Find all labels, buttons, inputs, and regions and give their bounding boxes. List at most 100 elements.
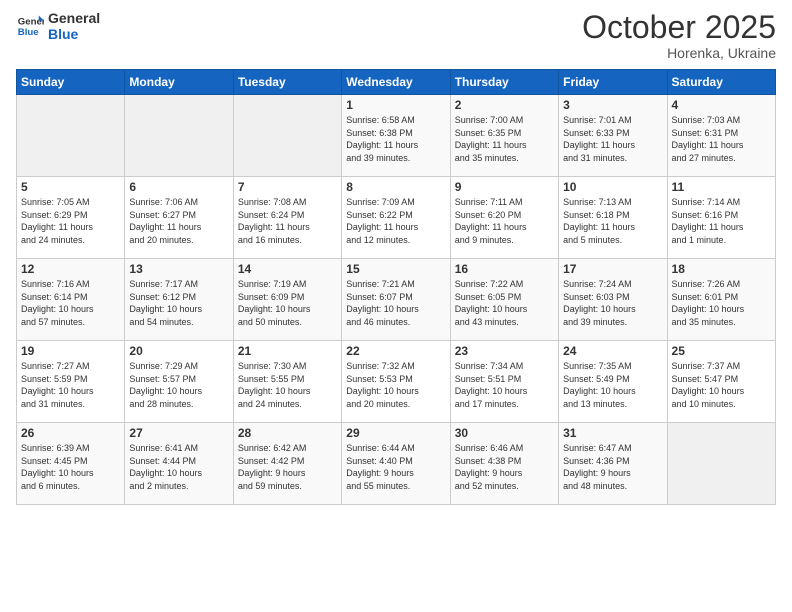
- weekday-wednesday: Wednesday: [342, 70, 450, 95]
- cell-text: Sunrise: 7:29 AM Sunset: 5:57 PM Dayligh…: [129, 360, 228, 410]
- cell-text: Sunrise: 7:37 AM Sunset: 5:47 PM Dayligh…: [672, 360, 771, 410]
- table-row: [125, 95, 233, 177]
- cell-text: Sunrise: 6:42 AM Sunset: 4:42 PM Dayligh…: [238, 442, 337, 492]
- cell-text: Sunrise: 7:19 AM Sunset: 6:09 PM Dayligh…: [238, 278, 337, 328]
- logo: General Blue General Blue: [16, 10, 100, 42]
- day-number: 6: [129, 180, 228, 194]
- table-row: 14 Sunrise: 7:19 AM Sunset: 6:09 PM Dayli…: [233, 259, 341, 341]
- cell-text: Sunrise: 6:47 AM Sunset: 4:36 PM Dayligh…: [563, 442, 662, 492]
- cell-text: Sunrise: 7:11 AM Sunset: 6:20 PM Dayligh…: [455, 196, 554, 246]
- day-number: 26: [21, 426, 120, 440]
- calendar-week-1: 1 Sunrise: 6:58 AM Sunset: 6:38 PM Daylig…: [17, 95, 776, 177]
- day-number: 15: [346, 262, 445, 276]
- table-row: 5 Sunrise: 7:05 AM Sunset: 6:29 PM Daylig…: [17, 177, 125, 259]
- table-row: 25 Sunrise: 7:37 AM Sunset: 5:47 PM Dayli…: [667, 341, 775, 423]
- table-row: 12Sunrise: 7:16 AM Sunset: 6:14 PM Dayli…: [17, 259, 125, 341]
- table-row: 30Sunrise: 6:46 AM Sunset: 4:38 PM Dayli…: [450, 423, 558, 505]
- table-row: 26 Sunrise: 6:39 AM Sunset: 4:45 PM Dayli…: [17, 423, 125, 505]
- cell-text: Sunrise: 7:34 AM Sunset: 5:51 PM Dayligh…: [455, 360, 554, 410]
- calendar-week-4: 19Sunrise: 7:27 AM Sunset: 5:59 PM Dayli…: [17, 341, 776, 423]
- table-row: 2Sunrise: 7:00 AM Sunset: 6:35 PM Daylig…: [450, 95, 558, 177]
- day-number: 29: [346, 426, 445, 440]
- day-number: 21: [238, 344, 337, 358]
- day-number: 25: [672, 344, 771, 358]
- day-number: 30: [455, 426, 554, 440]
- day-number: 13: [129, 262, 228, 276]
- cell-text: Sunrise: 7:05 AM Sunset: 6:29 PM Dayligh…: [21, 196, 120, 246]
- day-number: 11: [672, 180, 771, 194]
- table-row: 27 Sunrise: 6:41 AM Sunset: 4:44 PM Dayli…: [125, 423, 233, 505]
- day-number: 24: [563, 344, 662, 358]
- cell-text: Sunrise: 7:13 AM Sunset: 6:18 PM Dayligh…: [563, 196, 662, 246]
- table-row: 24Sunrise: 7:35 AM Sunset: 5:49 PM Dayli…: [559, 341, 667, 423]
- day-number: 28: [238, 426, 337, 440]
- weekday-header-row: SundayMondayTuesdayWednesdayThursdayFrid…: [17, 70, 776, 95]
- cell-text: Sunrise: 6:58 AM Sunset: 6:38 PM Dayligh…: [346, 114, 445, 164]
- table-row: [17, 95, 125, 177]
- cell-text: Sunrise: 7:21 AM Sunset: 6:07 PM Dayligh…: [346, 278, 445, 328]
- day-number: 7: [238, 180, 337, 194]
- day-number: 3: [563, 98, 662, 112]
- day-number: 23: [455, 344, 554, 358]
- table-row: 7 Sunrise: 7:08 AM Sunset: 6:24 PM Daylig…: [233, 177, 341, 259]
- table-row: 13 Sunrise: 7:17 AM Sunset: 6:12 PM Dayli…: [125, 259, 233, 341]
- day-number: 14: [238, 262, 337, 276]
- day-number: 8: [346, 180, 445, 194]
- table-row: 22 Sunrise: 7:32 AM Sunset: 5:53 PM Dayli…: [342, 341, 450, 423]
- page-header: General Blue General Blue October 2025 H…: [16, 10, 776, 61]
- table-row: [667, 423, 775, 505]
- cell-text: Sunrise: 7:32 AM Sunset: 5:53 PM Dayligh…: [346, 360, 445, 410]
- cell-text: Sunrise: 7:24 AM Sunset: 6:03 PM Dayligh…: [563, 278, 662, 328]
- day-number: 17: [563, 262, 662, 276]
- day-number: 16: [455, 262, 554, 276]
- cell-text: Sunrise: 7:22 AM Sunset: 6:05 PM Dayligh…: [455, 278, 554, 328]
- svg-text:Blue: Blue: [18, 27, 39, 38]
- table-row: 4 Sunrise: 7:03 AM Sunset: 6:31 PM Daylig…: [667, 95, 775, 177]
- table-row: 16 Sunrise: 7:22 AM Sunset: 6:05 PM Dayli…: [450, 259, 558, 341]
- calendar-header: SundayMondayTuesdayWednesdayThursdayFrid…: [17, 70, 776, 95]
- calendar-week-2: 5 Sunrise: 7:05 AM Sunset: 6:29 PM Daylig…: [17, 177, 776, 259]
- table-row: 8 Sunrise: 7:09 AM Sunset: 6:22 PM Daylig…: [342, 177, 450, 259]
- day-number: 1: [346, 98, 445, 112]
- table-row: 17 Sunrise: 7:24 AM Sunset: 6:03 PM Dayli…: [559, 259, 667, 341]
- weekday-friday: Friday: [559, 70, 667, 95]
- table-row: 1 Sunrise: 6:58 AM Sunset: 6:38 PM Daylig…: [342, 95, 450, 177]
- day-number: 20: [129, 344, 228, 358]
- logo-blue-text: Blue: [48, 26, 100, 42]
- cell-text: Sunrise: 7:09 AM Sunset: 6:22 PM Dayligh…: [346, 196, 445, 246]
- cell-text: Sunrise: 7:03 AM Sunset: 6:31 PM Dayligh…: [672, 114, 771, 164]
- cell-text: Sunrise: 7:30 AM Sunset: 5:55 PM Dayligh…: [238, 360, 337, 410]
- day-number: 22: [346, 344, 445, 358]
- table-row: 3Sunrise: 7:01 AM Sunset: 6:33 PM Daylig…: [559, 95, 667, 177]
- day-number: 27: [129, 426, 228, 440]
- cell-text: Sunrise: 7:27 AM Sunset: 5:59 PM Dayligh…: [21, 360, 120, 410]
- table-row: 20 Sunrise: 7:29 AM Sunset: 5:57 PM Dayli…: [125, 341, 233, 423]
- calendar-week-5: 26 Sunrise: 6:39 AM Sunset: 4:45 PM Dayli…: [17, 423, 776, 505]
- calendar: SundayMondayTuesdayWednesdayThursdayFrid…: [16, 69, 776, 505]
- calendar-body: 1 Sunrise: 6:58 AM Sunset: 6:38 PM Daylig…: [17, 95, 776, 505]
- cell-text: Sunrise: 7:06 AM Sunset: 6:27 PM Dayligh…: [129, 196, 228, 246]
- cell-text: Sunrise: 7:26 AM Sunset: 6:01 PM Dayligh…: [672, 278, 771, 328]
- cell-text: Sunrise: 7:17 AM Sunset: 6:12 PM Dayligh…: [129, 278, 228, 328]
- table-row: 9 Sunrise: 7:11 AM Sunset: 6:20 PM Daylig…: [450, 177, 558, 259]
- table-row: 10 Sunrise: 7:13 AM Sunset: 6:18 PM Dayli…: [559, 177, 667, 259]
- cell-text: Sunrise: 7:08 AM Sunset: 6:24 PM Dayligh…: [238, 196, 337, 246]
- weekday-saturday: Saturday: [667, 70, 775, 95]
- month-title: October 2025: [582, 10, 776, 45]
- weekday-thursday: Thursday: [450, 70, 558, 95]
- day-number: 5: [21, 180, 120, 194]
- cell-text: Sunrise: 6:39 AM Sunset: 4:45 PM Dayligh…: [21, 442, 120, 492]
- table-row: 29 Sunrise: 6:44 AM Sunset: 4:40 PM Dayli…: [342, 423, 450, 505]
- day-number: 9: [455, 180, 554, 194]
- day-number: 4: [672, 98, 771, 112]
- day-number: 10: [563, 180, 662, 194]
- logo-icon: General Blue: [16, 12, 44, 40]
- table-row: 28 Sunrise: 6:42 AM Sunset: 4:42 PM Dayli…: [233, 423, 341, 505]
- day-number: 12: [21, 262, 120, 276]
- location: Horenka, Ukraine: [582, 45, 776, 61]
- cell-text: Sunrise: 6:44 AM Sunset: 4:40 PM Dayligh…: [346, 442, 445, 492]
- table-row: 19Sunrise: 7:27 AM Sunset: 5:59 PM Dayli…: [17, 341, 125, 423]
- logo-general-text: General: [48, 10, 100, 26]
- cell-text: Sunrise: 6:41 AM Sunset: 4:44 PM Dayligh…: [129, 442, 228, 492]
- table-row: 15 Sunrise: 7:21 AM Sunset: 6:07 PM Dayli…: [342, 259, 450, 341]
